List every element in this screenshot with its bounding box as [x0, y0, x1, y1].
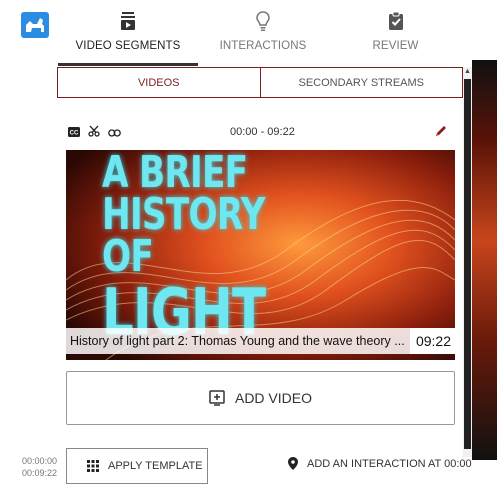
tab-label: INTERACTIONS — [219, 40, 307, 52]
thumbnail-title: A BRIEF HISTORY OF LIGHT — [102, 150, 377, 346]
sub-tabs: VIDEOS SECONDARY STREAMS — [57, 67, 463, 98]
subtab-secondary-streams[interactable]: SECONDARY STREAMS — [261, 68, 463, 97]
segment-header: CC 00:00 - 09:22 — [68, 124, 448, 142]
link-icon[interactable] — [108, 124, 121, 142]
thumbnail-title-line: OF — [102, 230, 154, 282]
timeline-end: 00:09:22 — [22, 468, 58, 478]
tab-label: VIDEO SEGMENTS — [75, 40, 181, 52]
pencil-icon[interactable] — [434, 124, 448, 138]
add-box-icon — [209, 390, 225, 406]
add-interaction-label: ADD AN INTERACTION AT 00:00 — [307, 457, 472, 470]
scroll-up-arrow-icon[interactable]: ▲ — [463, 67, 472, 76]
apply-template-button[interactable]: APPLY TEMPLATE — [66, 448, 208, 484]
clipboard-check-icon — [386, 10, 406, 32]
location-pin-icon — [288, 457, 298, 470]
scrollbar[interactable]: ▲ — [463, 67, 472, 457]
scroll-thumb[interactable] — [464, 79, 471, 449]
app-logo-icon[interactable] — [21, 12, 49, 38]
tab-interactions[interactable]: INTERACTIONS — [198, 0, 328, 66]
tab-review[interactable]: REVIEW — [328, 0, 463, 66]
svg-text:CC: CC — [70, 131, 79, 137]
tab-label: REVIEW — [372, 40, 419, 52]
apply-template-label: APPLY TEMPLATE — [108, 460, 203, 472]
video-thumbnail[interactable]: A BRIEF HISTORY OF LIGHT History of ligh… — [66, 150, 455, 360]
add-interaction-button[interactable]: ADD AN INTERACTION AT 00:00 — [288, 457, 472, 470]
timeline-times: 00:00:00 00:09:22 — [22, 455, 57, 479]
lightbulb-icon — [253, 10, 273, 32]
video-preview-panel — [472, 60, 497, 460]
timeline-start: 00:00:00 — [22, 456, 58, 466]
closed-captions-icon[interactable]: CC — [68, 124, 80, 142]
subtab-videos[interactable]: VIDEOS — [58, 68, 261, 97]
video-caption: History of light part 2: Thomas Young an… — [66, 328, 455, 354]
tab-video-segments[interactable]: VIDEO SEGMENTS — [58, 0, 198, 66]
add-video-label: ADD VIDEO — [234, 390, 312, 406]
video-duration: 09:22 — [409, 328, 455, 354]
thumbnail-title-line: A BRIEF HISTORY — [102, 150, 266, 240]
add-video-button[interactable]: ADD VIDEO — [66, 371, 455, 425]
video-list-icon — [118, 10, 138, 32]
segment-time-range: 00:00 - 09:22 — [230, 126, 295, 138]
grid-icon — [87, 460, 99, 472]
top-navigation: VIDEO SEGMENTS INTERACTIONS REVIEW — [58, 0, 463, 66]
scissors-icon[interactable] — [88, 124, 100, 142]
